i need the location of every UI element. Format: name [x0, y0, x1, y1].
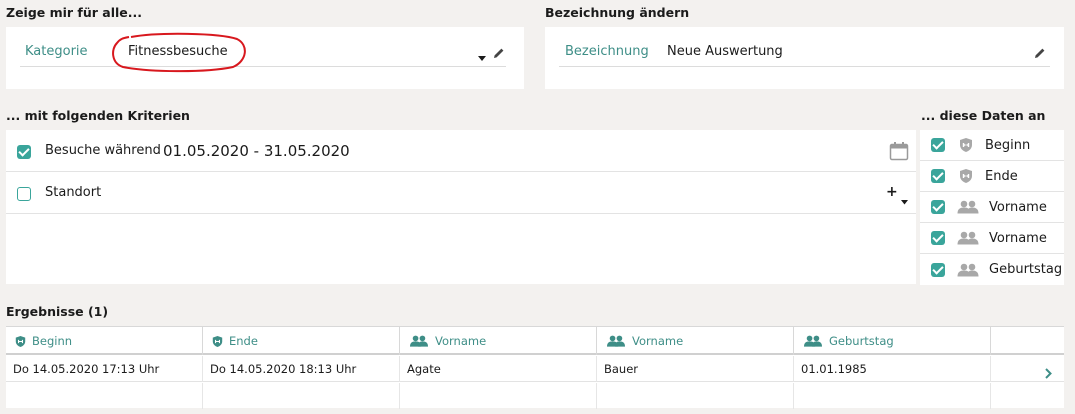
- checkbox-unchecked[interactable]: [17, 187, 31, 201]
- criteria-panel: Besuche während 01.05.2020 - 31.05.2020 …: [6, 130, 916, 284]
- calendar-icon[interactable]: [889, 141, 909, 165]
- column-header-geburtstag[interactable]: Geburtstag: [794, 327, 991, 355]
- name-label: Bezeichnung: [565, 44, 649, 59]
- checkbox-checked[interactable]: [931, 231, 945, 245]
- date-range-value[interactable]: 01.05.2020 - 31.05.2020: [163, 142, 350, 160]
- data-option-label: Beginn: [985, 137, 1031, 153]
- checkbox-checked[interactable]: [931, 200, 945, 214]
- pencil-icon[interactable]: [1034, 44, 1046, 63]
- criteria-row: Standort +: [6, 172, 916, 214]
- criteria-title: ... mit folgenden Kriterien: [6, 108, 190, 123]
- rename-title: Bezeichnung ändern: [545, 5, 690, 20]
- category-panel: Kategorie Fitnessbesuche: [6, 27, 524, 89]
- checkbox-checked[interactable]: [931, 262, 945, 277]
- shield-icon: [957, 168, 975, 184]
- column-header-beginn[interactable]: Beginn: [6, 327, 203, 355]
- column-label: Ende: [229, 334, 258, 348]
- plus-icon[interactable]: +: [886, 184, 898, 200]
- show-data-panel: Beginn Ende Vorname Vorname Geburtstag: [920, 130, 1064, 285]
- data-option-label: Ende: [985, 168, 1018, 184]
- name-field[interactable]: Bezeichnung Neue Auswertung: [559, 39, 1050, 67]
- column-label: Beginn: [32, 334, 73, 348]
- people-icon: [606, 335, 626, 347]
- shield-icon: [15, 335, 26, 348]
- people-icon: [803, 335, 823, 347]
- data-option[interactable]: Vorname: [920, 223, 1064, 254]
- caret-down-icon[interactable]: [478, 47, 486, 66]
- people-icon: [409, 335, 429, 347]
- column-header-ende[interactable]: Ende: [203, 327, 400, 355]
- data-option-label: Geburtstag: [989, 262, 1063, 277]
- table-cell: 01.01.1985: [794, 356, 991, 382]
- criteria-label: Standort: [45, 185, 102, 200]
- highlight-circle: [112, 32, 246, 73]
- criteria-label: Besuche während: [45, 143, 161, 158]
- people-icon: [957, 200, 979, 214]
- pencil-icon[interactable]: [493, 44, 505, 63]
- data-option[interactable]: Beginn: [920, 130, 1064, 161]
- category-field[interactable]: Kategorie Fitnessbesuche: [20, 39, 506, 67]
- data-option-label: Vorname: [989, 230, 1047, 246]
- chevron-right-icon[interactable]: [1045, 364, 1052, 383]
- checkbox-checked[interactable]: [931, 138, 945, 152]
- data-option-label: Vorname: [989, 199, 1047, 215]
- table-cell: Agate: [400, 356, 597, 382]
- data-option[interactable]: Geburtstag: [920, 254, 1064, 285]
- table-cell: Bauer: [597, 356, 794, 382]
- show-data-title: ... diese Daten an: [921, 108, 1046, 123]
- show-for-title: Zeige mir für alle...: [6, 5, 143, 20]
- column-label: Geburtstag: [829, 334, 894, 348]
- table-row[interactable]: Do 14.05.2020 17:13 Uhr Do 14.05.2020 18…: [6, 356, 1064, 382]
- checkbox-checked[interactable]: [931, 169, 945, 183]
- results-title: Ergebnisse (1): [6, 304, 109, 319]
- column-header-vorname[interactable]: Vorname: [597, 327, 794, 355]
- name-value[interactable]: Neue Auswertung: [667, 44, 783, 59]
- checkbox-checked[interactable]: [17, 145, 31, 159]
- column-header-vorname[interactable]: Vorname: [400, 327, 597, 355]
- table-cell: Do 14.05.2020 17:13 Uhr: [6, 356, 203, 382]
- shield-icon: [212, 335, 223, 348]
- results-table: Beginn Ende Vorname Vorname Geburtstag D…: [6, 326, 1064, 409]
- table-row-empty: [6, 383, 1064, 409]
- criteria-row: Besuche während 01.05.2020 - 31.05.2020: [6, 130, 916, 172]
- table-cell: Do 14.05.2020 18:13 Uhr: [203, 356, 400, 382]
- people-icon: [957, 231, 979, 245]
- data-option[interactable]: Vorname: [920, 192, 1064, 223]
- category-label: Kategorie: [25, 44, 88, 59]
- column-label: Vorname: [632, 334, 684, 348]
- people-icon: [957, 263, 979, 277]
- column-label: Vorname: [435, 334, 487, 348]
- data-option[interactable]: Ende: [920, 161, 1064, 192]
- caret-down-icon[interactable]: [901, 190, 908, 209]
- shield-icon: [957, 137, 975, 153]
- table-header: Beginn Ende Vorname Vorname Geburtstag: [6, 327, 1064, 355]
- rename-panel: Bezeichnung Neue Auswertung: [545, 27, 1064, 89]
